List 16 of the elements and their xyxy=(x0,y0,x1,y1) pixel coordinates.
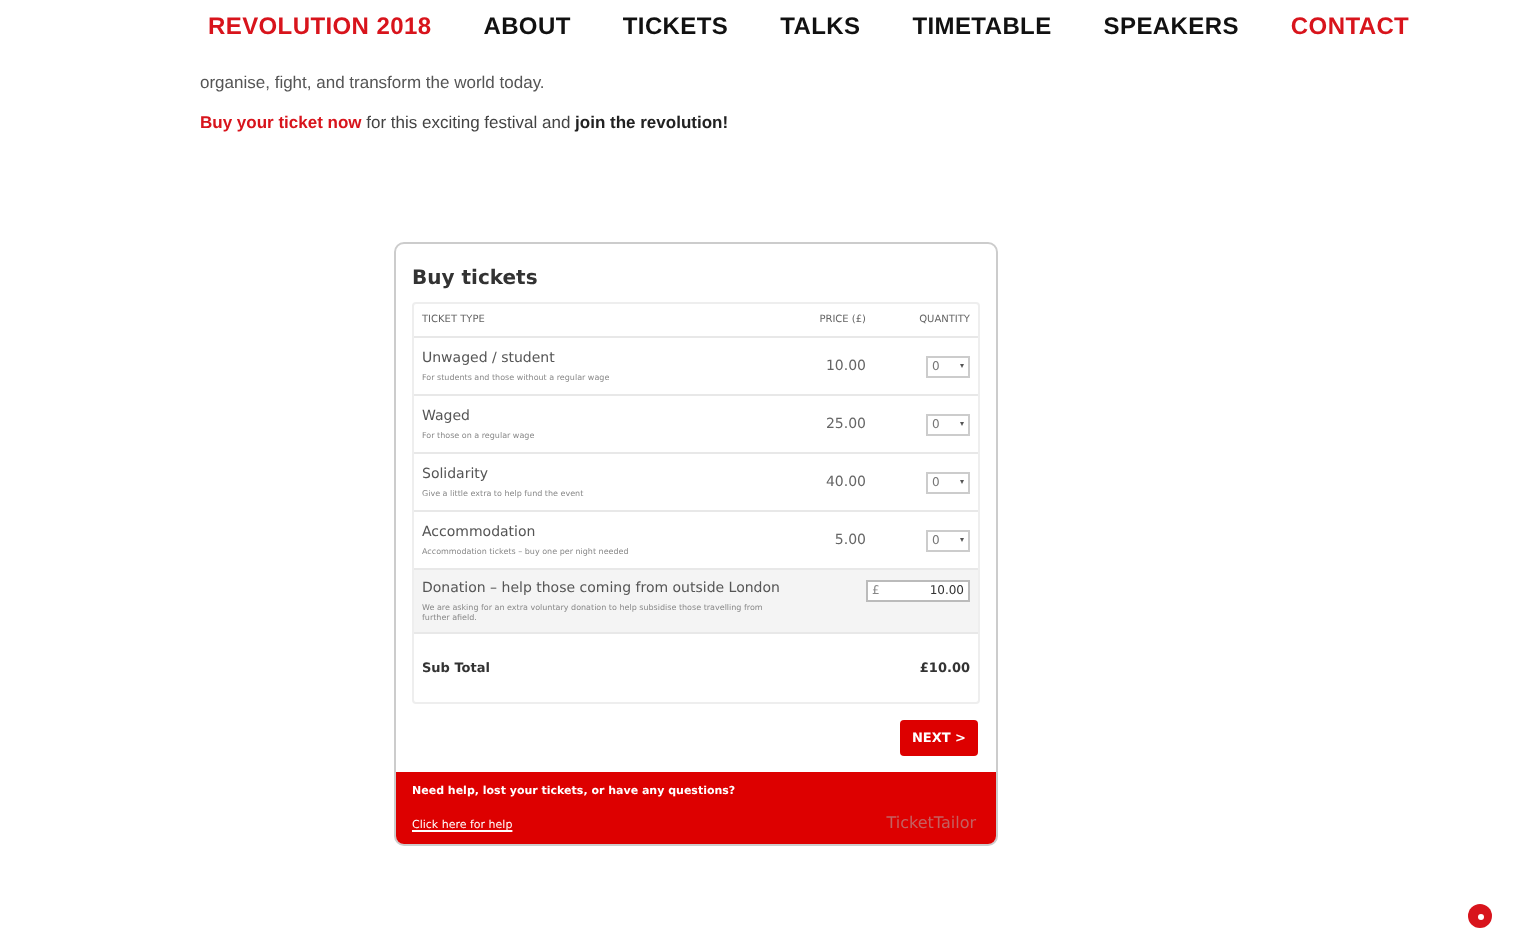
caret-icon xyxy=(960,422,964,426)
caret-icon xyxy=(960,480,964,484)
caret-icon xyxy=(960,364,964,368)
call-to-action-text: Buy your ticket now for this exciting festival and join the revolution! xyxy=(200,112,731,132)
nav-link[interactable]: ABOUT xyxy=(483,12,571,44)
nav-link[interactable]: TIMETABLE xyxy=(912,12,1052,44)
caret-icon xyxy=(960,538,964,542)
intro-text: organise, fight, and transform the world today. xyxy=(200,72,547,92)
nav-link[interactable]: REVOLUTION 2018 xyxy=(208,12,432,44)
widget-title: Buy tickets xyxy=(412,268,540,290)
nav-link[interactable]: SPEAKERS xyxy=(1103,12,1239,44)
nav-link[interactable]: TALKS xyxy=(780,12,861,44)
brand-logo: TicketTailor xyxy=(886,814,976,832)
notification-icon[interactable] xyxy=(1468,904,1492,928)
nav-link[interactable]: CONTACT xyxy=(1290,12,1410,44)
nav-link[interactable]: TICKETS xyxy=(622,12,729,44)
